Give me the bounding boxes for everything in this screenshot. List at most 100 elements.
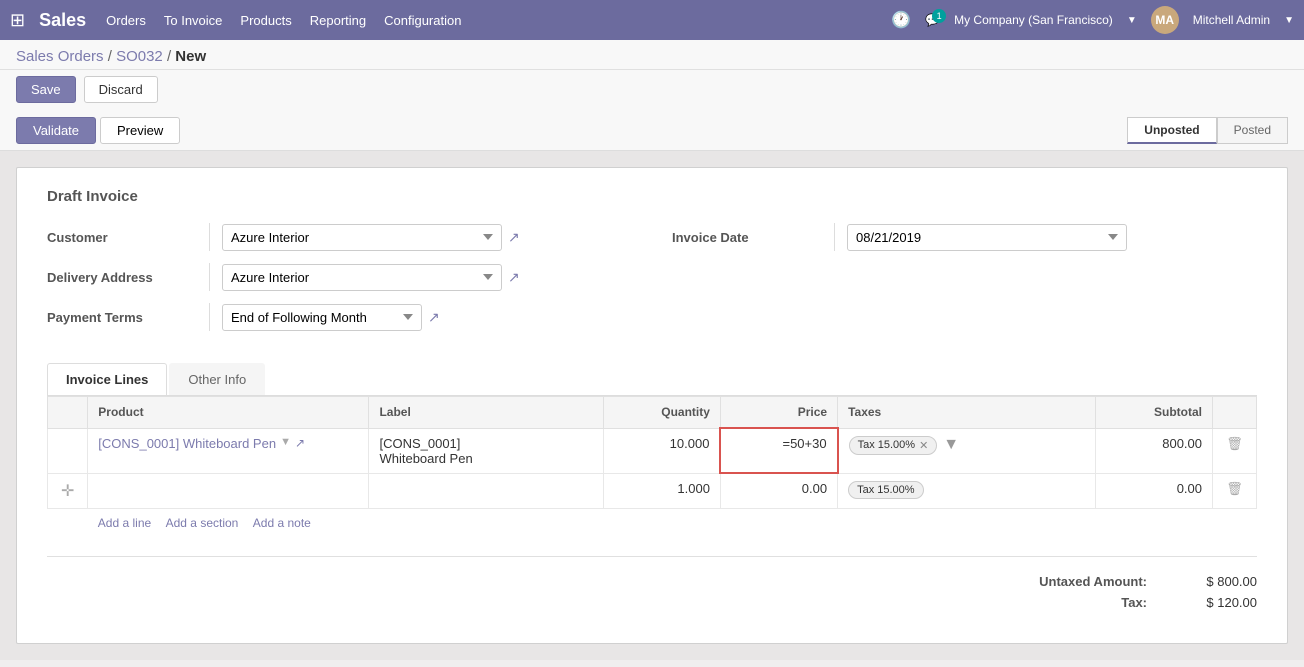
row2-tax-badge: Tax 15.00% <box>848 481 923 499</box>
navbar-right: 🕐 💬 1 My Company (San Francisco) ▼ MA Mi… <box>891 6 1294 34</box>
row2-tax-label: Tax 15.00% <box>857 484 914 496</box>
table-row: [CONS_0001] Whiteboard Pen ▼ ↗ [CONS_000… <box>48 428 1257 473</box>
form-group-payment: Payment Terms End of Following Month ↗ <box>47 303 632 331</box>
field-divider2 <box>209 263 210 291</box>
payment-terms-external-link-icon[interactable]: ↗ <box>428 309 440 326</box>
row1-price[interactable]: =50+30 <box>720 428 837 473</box>
row1-tax-badge: Tax 15.00% ✕ <box>849 436 938 455</box>
row1-subtotal: 800.00 <box>1095 428 1212 473</box>
form-title: Draft Invoice <box>47 188 1257 205</box>
row2-quantity[interactable]: 1.000 <box>603 473 720 508</box>
navbar-menu: Orders To Invoice Products Reporting Con… <box>106 9 891 32</box>
row1-taxes-dropdown-icon[interactable]: ▼ <box>943 436 959 454</box>
breadcrumb: Sales Orders / SO032 / New <box>0 40 1304 70</box>
customer-select[interactable]: Azure Interior <box>222 224 502 251</box>
table-row: ✛ 1.000 0.00 Tax 15.00% 0.00 🗑 <box>48 473 1257 508</box>
invoice-date-select[interactable]: 08/21/2019 <box>847 224 1127 251</box>
tabs: Invoice Lines Other Info <box>47 363 1257 396</box>
user-chevron-icon: ▼ <box>1284 15 1294 26</box>
row2-product[interactable] <box>88 473 369 508</box>
row2-delete[interactable]: 🗑 <box>1213 473 1257 508</box>
untaxed-amount-row: Untaxed Amount: $ 800.00 <box>47 571 1257 592</box>
invoice-date-field: 08/21/2019 <box>847 224 1127 251</box>
save-button[interactable]: Save <box>16 76 76 103</box>
row1-drag <box>48 428 88 473</box>
validate-button[interactable]: Validate <box>16 117 96 144</box>
nav-orders[interactable]: Orders <box>106 9 146 32</box>
breadcrumb-sep-1: / <box>108 48 116 65</box>
row2-label <box>369 473 603 508</box>
row1-product: [CONS_0001] Whiteboard Pen ▼ ↗ <box>88 428 369 473</box>
nav-products[interactable]: Products <box>240 9 291 32</box>
add-line-link[interactable]: Add a line <box>98 516 151 530</box>
company-name[interactable]: My Company (San Francisco) <box>954 13 1113 27</box>
customer-external-link-icon[interactable]: ↗ <box>508 229 520 246</box>
discard-button[interactable]: Discard <box>84 76 158 103</box>
payment-terms-field: End of Following Month ↗ <box>222 304 440 331</box>
breadcrumb-so032[interactable]: SO032 <box>116 48 163 65</box>
row1-product-name[interactable]: [CONS_0001] Whiteboard Pen <box>98 436 276 451</box>
nav-configuration[interactable]: Configuration <box>384 9 461 32</box>
form-group-customer: Customer Azure Interior ↗ <box>47 223 632 251</box>
status-posted[interactable]: Posted <box>1217 117 1288 144</box>
row1-quantity[interactable]: 10.000 <box>603 428 720 473</box>
col-delete <box>1213 397 1257 429</box>
form-col-right: Invoice Date 08/21/2019 <box>672 223 1257 343</box>
col-label: Label <box>369 397 603 429</box>
row1-delete[interactable]: 🗑 <box>1213 428 1257 473</box>
status-bar: Validate Preview Unposted Posted <box>0 111 1304 151</box>
field-divider4 <box>834 223 835 251</box>
field-divider3 <box>209 303 210 331</box>
breadcrumb-new: New <box>175 48 206 65</box>
nav-reporting[interactable]: Reporting <box>310 9 366 32</box>
col-product: Product <box>88 397 369 429</box>
row1-product-dropdown-icon[interactable]: ▼ <box>280 436 291 448</box>
delivery-field: Azure Interior ↗ <box>222 264 520 291</box>
form-group-invoice-date: Invoice Date 08/21/2019 <box>672 223 1257 251</box>
grid-icon[interactable]: ⊞ <box>10 10 25 31</box>
row1-tax-remove-icon[interactable]: ✕ <box>919 439 928 452</box>
preview-button[interactable]: Preview <box>100 117 180 144</box>
delivery-label: Delivery Address <box>47 270 197 285</box>
avatar[interactable]: MA <box>1151 6 1179 34</box>
totals-section: Untaxed Amount: $ 800.00 Tax: $ 120.00 <box>47 556 1257 613</box>
row1-taxes: Tax 15.00% ✕ ▼ <box>838 428 1096 473</box>
navbar: ⊞ Sales Orders To Invoice Products Repor… <box>0 0 1304 40</box>
breadcrumb-sales-orders[interactable]: Sales Orders <box>16 48 104 65</box>
untaxed-amount-label: Untaxed Amount: <box>1039 574 1147 589</box>
add-row-empty <box>48 508 88 536</box>
add-section-link[interactable]: Add a section <box>166 516 239 530</box>
row1-tax-label: Tax 15.00% <box>858 439 915 451</box>
tax-value: $ 120.00 <box>1177 595 1257 610</box>
add-row-actions: Add a line Add a section Add a note <box>88 508 1257 536</box>
invoice-date-label: Invoice Date <box>672 230 822 245</box>
chat-icon-wrapper[interactable]: 💬 1 <box>925 13 940 27</box>
tab-other-info[interactable]: Other Info <box>169 363 265 395</box>
tab-invoice-lines[interactable]: Invoice Lines <box>47 363 167 395</box>
row2-price[interactable]: 0.00 <box>720 473 837 508</box>
col-taxes: Taxes <box>838 397 1096 429</box>
row1-product-link-icon[interactable]: ↗ <box>295 436 305 450</box>
col-subtotal: Subtotal <box>1095 397 1212 429</box>
user-name[interactable]: Mitchell Admin <box>1193 13 1270 27</box>
form-group-delivery: Delivery Address Azure Interior ↗ <box>47 263 632 291</box>
col-price: Price <box>720 397 837 429</box>
form-row-customer-date: Customer Azure Interior ↗ Delivery Addre… <box>47 223 1257 343</box>
customer-label: Customer <box>47 230 197 245</box>
tax-label: Tax: <box>1121 595 1147 610</box>
payment-terms-select[interactable]: End of Following Month <box>222 304 422 331</box>
nav-to-invoice[interactable]: To Invoice <box>164 9 223 32</box>
status-unposted[interactable]: Unposted <box>1127 117 1216 144</box>
field-divider <box>209 223 210 251</box>
action-bar: Save Discard <box>0 70 1304 111</box>
chat-badge: 1 <box>932 9 946 23</box>
clock-icon[interactable]: 🕐 <box>891 10 911 30</box>
delivery-external-link-icon[interactable]: ↗ <box>508 269 520 286</box>
col-drag <box>48 397 88 429</box>
row2-taxes: Tax 15.00% <box>838 473 1096 508</box>
form-col-left: Customer Azure Interior ↗ Delivery Addre… <box>47 223 632 343</box>
row2-drag[interactable]: ✛ <box>48 473 88 508</box>
add-note-link[interactable]: Add a note <box>253 516 311 530</box>
row1-label-line2: Whiteboard Pen <box>379 451 592 466</box>
delivery-select[interactable]: Azure Interior <box>222 264 502 291</box>
